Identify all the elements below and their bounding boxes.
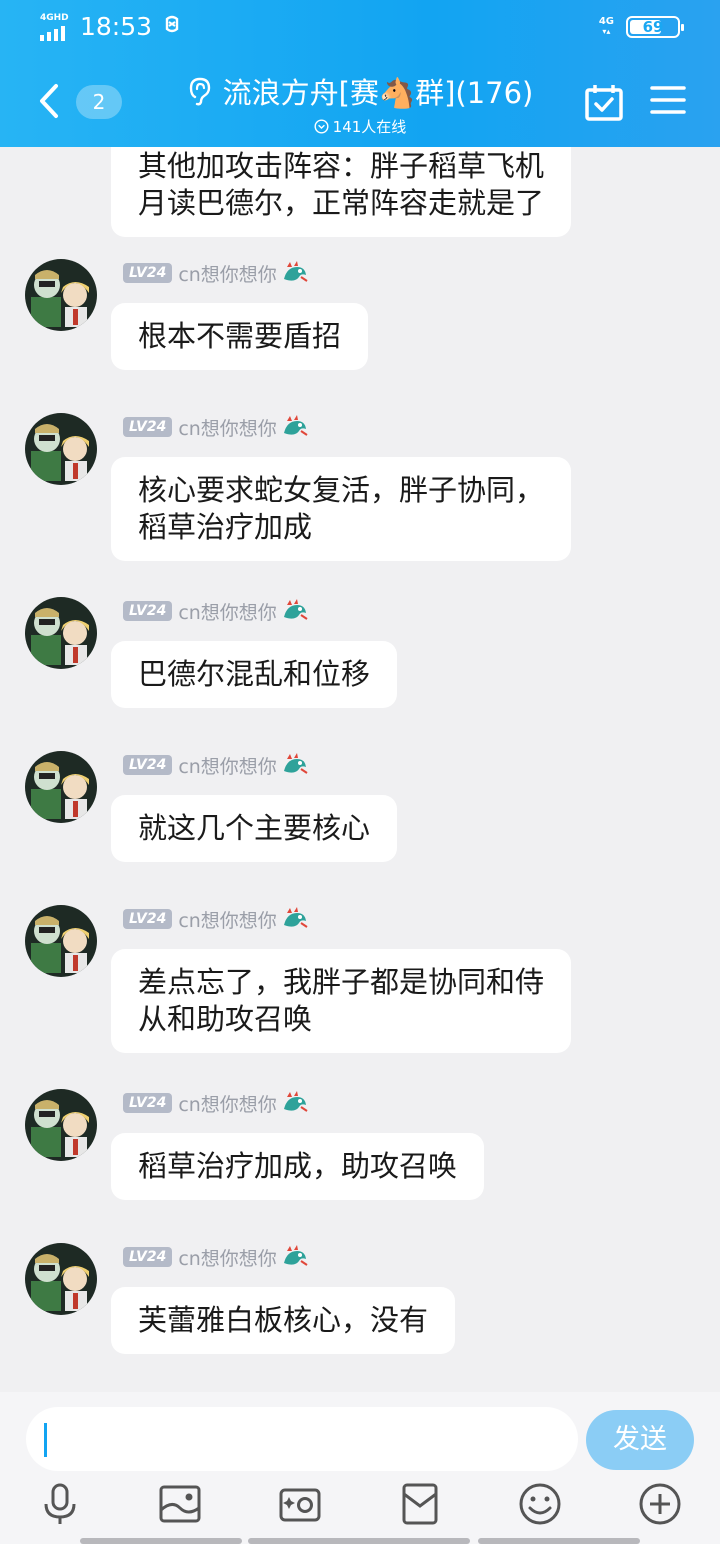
soul-app-icon [162,13,182,40]
sender-name[interactable]: cn想你想你 [178,906,277,933]
message-bubble[interactable]: 稻草治疗加成，助攻召唤 [111,1133,485,1200]
send-button[interactable]: 发送 [586,1410,694,1470]
message-bubble[interactable]: 差点忘了，我胖子都是协同和侍 从和助攻召唤 [111,949,572,1053]
message-bubble[interactable]: 根本不需要盾招 [111,303,369,370]
online-count-text: 141人在线 [332,118,407,136]
message-line: 巴德尔混乱和位移 [138,657,371,691]
battery-level: 69 [642,18,664,36]
message-list[interactable]: 其他加攻击阵容：胖子稻草飞机 月读巴德尔，正常阵容走就是了 LV24 cn想你想… [0,147,720,1392]
sender-name[interactable]: cn想你想你 [178,260,277,287]
message-line: 芙蕾雅白板核心，没有 [138,1303,429,1337]
ear-icon [189,77,210,106]
message-line: 从和助攻召唤 [138,1002,313,1036]
online-count: 141人在线 [150,116,570,137]
emoji-icon[interactable] [518,1482,562,1526]
dragon-badge-icon [283,907,308,928]
sender-name[interactable]: cn想你想你 [178,1090,277,1117]
message-line: 就这几个主要核心 [138,811,371,845]
gesture-bar [80,1538,242,1544]
message-line: 差点忘了，我胖子都是协同和侍 [138,965,545,999]
chevron-left-icon[interactable] [34,80,64,122]
level-badge: LV24 [123,601,173,621]
message-line: 其他加攻击阵容：胖子稻草飞机 [138,149,545,183]
sender-info: LV24 cn想你想你 [123,260,309,287]
unread-count-badge[interactable]: 2 [76,85,122,119]
plus-icon[interactable] [638,1482,682,1526]
chat-title: 流浪方舟[赛🐴群](176) [222,76,534,110]
message-line: 稻草治疗加成，助攻召唤 [138,1149,458,1183]
dragon-badge-icon [283,753,308,774]
gesture-bar [248,1538,470,1544]
sender-name[interactable]: cn想你想你 [178,414,277,441]
dragon-badge-icon [283,1245,308,1266]
microphone-icon[interactable] [38,1482,82,1526]
message-bubble[interactable]: 巴德尔混乱和位移 [111,641,398,708]
level-badge: LV24 [123,417,173,437]
sender-info: LV24 cn想你想你 [123,1244,309,1271]
level-badge: LV24 [123,263,173,283]
level-badge: LV24 [123,755,173,775]
avatar[interactable] [25,751,97,823]
level-badge: LV24 [123,1093,173,1113]
avatar[interactable] [25,259,97,331]
chevron-down-circle-icon [314,119,329,134]
avatar[interactable] [25,1243,97,1315]
sender-info: LV24 cn想你想你 [123,752,309,779]
avatar[interactable] [25,905,97,977]
status-bar: 4GHD 18:53 4G ▾▴ 69 [0,0,720,58]
input-toolbar [0,1482,720,1532]
gesture-bar [478,1538,640,1544]
message-bubble[interactable]: 芙蕾雅白板核心，没有 [111,1287,456,1354]
message-input[interactable] [26,1407,578,1471]
image-icon[interactable] [158,1482,202,1526]
sender-info: LV24 cn想你想你 [123,906,309,933]
dragon-badge-icon [283,1091,308,1112]
sender-info: LV24 cn想你想你 [123,414,309,441]
network-4g-label: 4G [598,16,614,27]
avatar[interactable] [25,413,97,485]
nav-bar: 2 流浪方舟[赛🐴群](176) 141人在线 [0,60,720,145]
text-cursor [44,1423,47,1457]
level-badge: LV24 [123,909,173,929]
input-area: 发送 [0,1392,720,1544]
network-label: 4GHD [40,12,69,23]
sender-name[interactable]: cn想你想你 [178,598,277,625]
message-line: 月读巴德尔，正常阵容走就是了 [138,186,545,220]
camera-icon[interactable] [278,1482,322,1526]
status-time: 18:53 [80,12,153,41]
sender-info: LV24 cn想你想你 [123,598,309,625]
level-badge: LV24 [123,1247,173,1267]
dragon-badge-icon [283,261,308,282]
sender-info: LV24 cn想你想你 [123,1090,309,1117]
sender-name[interactable]: cn想你想你 [178,1244,277,1271]
avatar[interactable] [25,1089,97,1161]
red-packet-icon[interactable] [398,1482,442,1526]
chat-title-block[interactable]: 流浪方舟[赛🐴群](176) 141人在线 [150,70,570,137]
dragon-badge-icon [283,415,308,436]
network-4g-icon: 4G ▾▴ [598,16,614,37]
battery-icon: 69 [626,16,684,38]
avatar[interactable] [25,597,97,669]
chat-header: 4GHD 18:53 4G ▾▴ 69 2 流浪方舟[赛🐴群](176) 141… [0,0,720,147]
sender-name[interactable]: cn想你想你 [178,752,277,779]
message-bubble[interactable]: 就这几个主要核心 [111,795,398,862]
calendar-check-icon[interactable] [584,84,624,122]
signal-icon: 4GHD [40,13,72,41]
message-line: 稻草治疗加成 [138,510,313,544]
dragon-badge-icon [283,599,308,620]
message-line: 根本不需要盾招 [138,319,342,353]
message-line: 核心要求蛇女复活，胖子协同， [138,473,545,507]
message-bubble[interactable]: 核心要求蛇女复活，胖子协同， 稻草治疗加成 [111,457,572,561]
menu-icon[interactable] [650,84,686,116]
message-bubble[interactable]: 其他加攻击阵容：胖子稻草飞机 月读巴德尔，正常阵容走就是了 [111,147,572,237]
